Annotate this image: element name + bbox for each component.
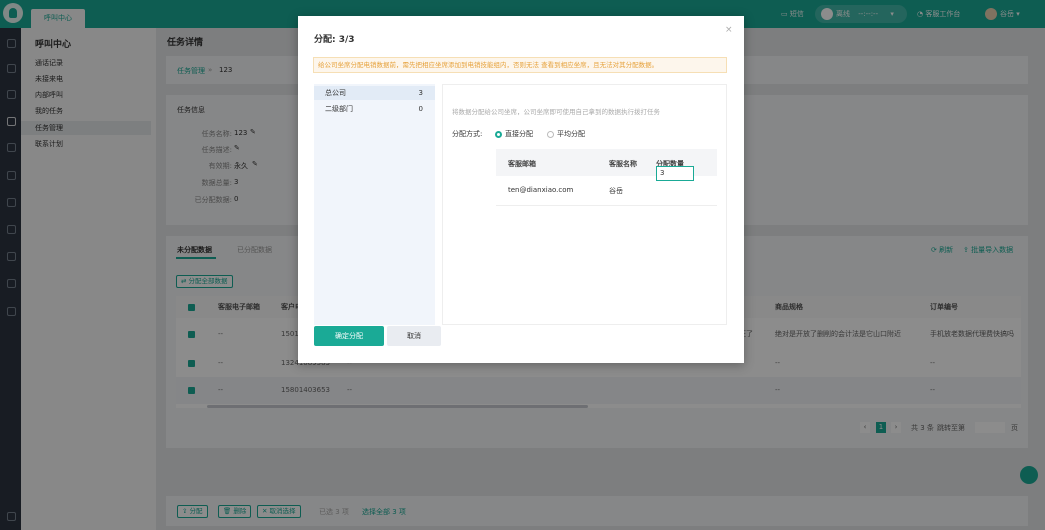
agent-name: 谷岳 (609, 187, 623, 195)
assign-dialog: 分配: 3/3 × 给公司坐席分配电销数据前，需先把相应坐席添加到电销技能组内，… (298, 16, 744, 363)
department-list: 总公司 3 二级部门 0 (314, 84, 435, 325)
close-icon[interactable]: × (725, 25, 733, 35)
radio-direct[interactable]: 直接分配 (495, 129, 533, 139)
department-name: 总公司 (325, 89, 346, 97)
assign-panel: 将数据分配给公司坐席，公司坐席即可使用自己拿到的数据执行拨打任务 分配方式: 直… (442, 84, 727, 325)
department-item[interactable]: 二级部门 0 (314, 102, 435, 116)
radio-checked-icon (495, 130, 502, 138)
confirm-assign-button[interactable]: 确定分配 (314, 326, 384, 346)
department-count: 3 (418, 89, 423, 97)
th-agent-email: 客服邮箱 (508, 160, 536, 168)
assign-hint: 将数据分配给公司坐席，公司坐席即可使用自己拿到的数据执行拨打任务 (452, 108, 660, 116)
method-label: 分配方式: (452, 130, 483, 138)
quantity-input[interactable]: 3 (656, 166, 694, 181)
dialog-title: 分配: 3/3 (314, 35, 355, 45)
department-item[interactable]: 总公司 3 (314, 86, 435, 100)
radio-even-label: 平均分配 (557, 130, 585, 138)
department-name: 二级部门 (325, 105, 353, 113)
th-agent-name: 客服名称 (609, 160, 637, 168)
radio-direct-label: 直接分配 (505, 130, 533, 138)
agent-email: ten@dianxiao.com (508, 186, 574, 194)
cancel-button[interactable]: 取消 (387, 326, 441, 346)
warning-banner: 给公司坐席分配电销数据前，需先把相应坐席添加到电销技能组内，否则无法 查看到相应… (313, 57, 727, 73)
department-count: 0 (418, 105, 423, 113)
radio-even[interactable]: 平均分配 (547, 129, 585, 139)
radio-unchecked-icon (547, 130, 554, 138)
